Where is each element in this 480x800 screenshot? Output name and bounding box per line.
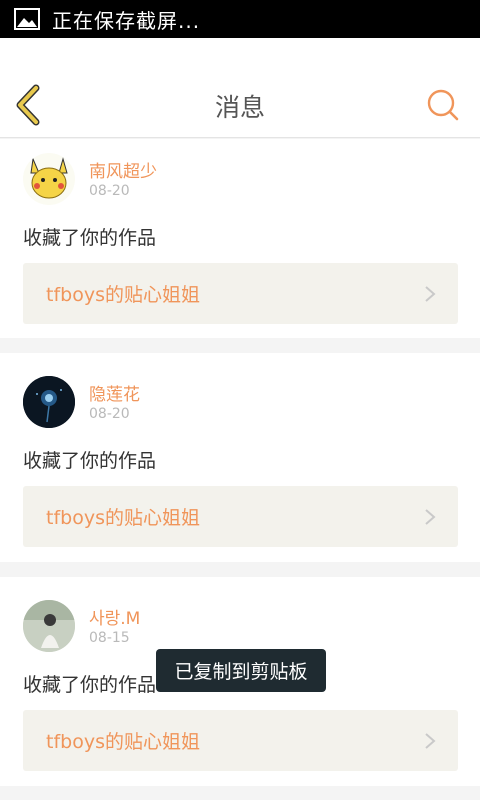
chevron-right-icon [425,733,436,749]
page-title: 消息 [214,93,265,122]
user-name[interactable]: 사랑.M [89,604,140,629]
avatar[interactable] [23,600,75,652]
user-name[interactable]: 隐莲花 [89,380,140,405]
top-nav-bar: 消息 [0,38,480,138]
chevron-right-icon [425,286,436,302]
user-name[interactable]: 南风超少 [89,157,157,182]
avatar[interactable] [23,376,75,428]
girl-photo-avatar-icon [23,600,75,652]
work-title: tfboys的贴心姐姐 [46,731,200,753]
action-text: 收藏了你的作品 [23,674,157,696]
action-text: 收藏了你的作品 [23,450,157,472]
work-title: tfboys的贴心姐姐 [46,284,200,306]
pikachu-avatar-icon [23,153,75,205]
work-link[interactable]: tfboys的贴心姐姐 [23,263,458,324]
message-date: 08-20 [89,183,130,199]
message-card: 隐莲花 08-20 收藏了你的作品 tfboys的贴心姐姐 [0,353,480,562]
message-date: 08-20 [89,406,130,422]
status-text: 正在保存截屏... [52,8,201,33]
action-text: 收藏了你的作品 [23,227,157,249]
chevron-right-icon [425,509,436,525]
message-card: 南风超少 08-20 收藏了你的作品 tfboys的贴心姐姐 [0,139,480,338]
toast-message: 已复制到剪贴板 [156,649,326,692]
avatar[interactable] [23,153,75,205]
work-link[interactable]: tfboys的贴心姐姐 [23,710,458,771]
image-icon [14,8,40,30]
dark-flower-avatar-icon [23,376,75,428]
work-link[interactable]: tfboys的贴心姐姐 [23,486,458,547]
status-bar: 正在保存截屏... [0,0,480,38]
message-date: 08-15 [89,630,130,646]
work-title: tfboys的贴心姐姐 [46,507,200,529]
search-icon[interactable] [426,88,460,122]
